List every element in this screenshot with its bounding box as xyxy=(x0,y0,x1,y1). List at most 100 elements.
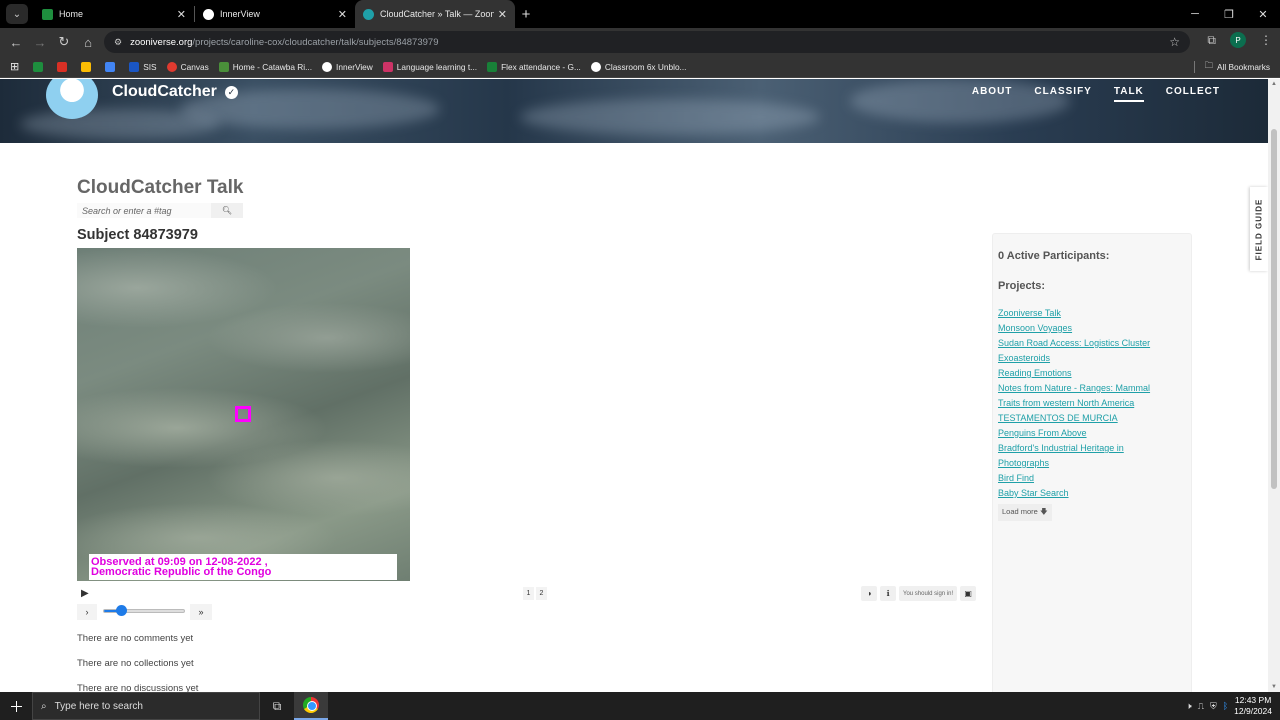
bookmark-language[interactable]: Language learning t... xyxy=(382,61,477,72)
apps-icon[interactable]: ⊞ xyxy=(10,60,19,73)
bookmark-sis[interactable]: SIS xyxy=(129,61,157,72)
close-icon[interactable]: ✕ xyxy=(338,8,347,21)
address-bar[interactable]: ⚙ zooniverse.org/projects/caroline-cox/c… xyxy=(104,31,1190,53)
url-domain: zooniverse.org xyxy=(130,36,193,48)
bookmark-gmail[interactable] xyxy=(57,61,71,72)
chrome-taskbar-icon[interactable] xyxy=(294,692,328,720)
close-icon[interactable]: ✕ xyxy=(498,8,507,21)
bookmark-innerview[interactable]: InnerView xyxy=(322,61,373,72)
profile-avatar[interactable]: P xyxy=(1230,32,1246,48)
windows-taskbar: ⌕ Type here to search ⧉ 🕨 ⎍ ⛨ ᛒ 12:43 PM… xyxy=(0,692,1280,720)
slider-handle[interactable] xyxy=(116,605,128,616)
scroll-thumb[interactable] xyxy=(1271,129,1277,489)
frame-2-button[interactable]: 2 xyxy=(536,587,547,600)
clock[interactable]: 12:43 PM 12/9/2024 xyxy=(1234,695,1272,717)
tab-strip: ⌄ Home ✕ InnerView ✕ CloudCatcher » Talk… xyxy=(0,0,1280,28)
search-icon: ⌕ xyxy=(41,700,47,712)
project-link[interactable]: Baby Star Search xyxy=(998,486,1186,501)
talk-search: 🔍︎ xyxy=(77,203,243,218)
project-link[interactable]: Traits from western North America xyxy=(998,396,1186,411)
project-link[interactable]: Bradford's Industrial Heritage in xyxy=(998,441,1186,456)
search-input[interactable] xyxy=(77,203,211,218)
play-icon[interactable]: ▶ xyxy=(81,588,89,599)
image-icon[interactable]: ▣ xyxy=(960,586,977,601)
no-comments: There are no comments yet xyxy=(77,633,194,644)
bookmark-star-icon[interactable]: ☆ xyxy=(1169,35,1180,49)
last-frame-icon[interactable]: » xyxy=(190,604,212,620)
bookmark-canvas[interactable]: Canvas xyxy=(166,61,209,72)
talk-title: CloudCatcher Talk xyxy=(77,177,244,198)
zooniverse-icon xyxy=(363,8,374,20)
tab-innerview[interactable]: InnerView ✕ xyxy=(195,0,355,28)
frame-controls: › » xyxy=(77,604,212,620)
task-view-icon[interactable]: ⧉ xyxy=(260,692,294,720)
invert-icon[interactable]: ◑ xyxy=(861,586,877,601)
nav-about[interactable]: ABOUT xyxy=(972,86,1013,102)
forward-icon[interactable]: → xyxy=(28,35,52,50)
restore-icon[interactable]: ❐ xyxy=(1212,0,1246,28)
reload-icon[interactable]: ↻ xyxy=(52,34,76,50)
network-icon[interactable]: ⎍ xyxy=(1198,701,1204,712)
bookmark-flex-attendance[interactable]: Flex attendance - G... xyxy=(487,61,581,72)
tab-home[interactable]: Home ✕ xyxy=(34,0,194,28)
project-link[interactable]: Zooniverse Talk xyxy=(998,306,1186,321)
project-link[interactable]: Notes from Nature - Ranges: Mammal xyxy=(998,381,1186,396)
minimize-icon[interactable]: ─ xyxy=(1178,0,1212,28)
close-window-icon[interactable]: ✕ xyxy=(1246,0,1280,28)
close-icon[interactable]: ✕ xyxy=(177,8,186,21)
taskbar-search[interactable]: ⌕ Type here to search xyxy=(32,692,260,720)
back-icon[interactable]: ← xyxy=(4,35,28,50)
scroll-down-icon[interactable]: ▼ xyxy=(1271,684,1277,690)
image-tools: ◑ ℹ You should sign in! ▣ xyxy=(861,586,977,601)
project-link[interactable]: Monsoon Voyages xyxy=(998,321,1186,336)
bookmarks-bar: ⊞ SIS Canvas Home - Catawba Ri... InnerV… xyxy=(0,56,1280,78)
project-link[interactable]: Exoasteroids xyxy=(998,351,1186,366)
scroll-up-icon[interactable]: ▲ xyxy=(1271,81,1277,87)
bookmark-classroom[interactable]: Classroom 6x Unblo... xyxy=(590,61,686,72)
project-list: Zooniverse Talk Monsoon Voyages Sudan Road… xyxy=(998,306,1186,501)
field-guide-tab[interactable]: FIELD GUIDE xyxy=(1250,187,1268,271)
project-link[interactable]: Bird Find xyxy=(998,471,1186,486)
bookmark-app[interactable] xyxy=(105,61,119,72)
tab-title: InnerView xyxy=(220,9,260,19)
bookmark-catawba[interactable]: Home - Catawba Ri... xyxy=(218,61,312,72)
nav-talk[interactable]: TALK xyxy=(1113,86,1144,102)
site-info-icon[interactable]: ⚙ xyxy=(114,37,122,48)
sign-in-prompt[interactable]: You should sign in! xyxy=(899,586,958,601)
next-frame-icon[interactable]: › xyxy=(77,604,97,620)
load-more-button[interactable]: Load more 🡇 xyxy=(998,504,1052,521)
subject-image[interactable]: Observed at 09:09 on 12-08-2022 , Democr… xyxy=(77,248,410,581)
menu-icon[interactable]: ⋮ xyxy=(1260,33,1272,47)
projects-heading: Projects: xyxy=(998,280,1046,292)
page-scrollbar[interactable]: ▲ ▼ xyxy=(1268,79,1280,692)
extensions-icon[interactable]: ⧉ xyxy=(1207,33,1216,48)
security-icon[interactable]: ⛨ xyxy=(1210,701,1217,712)
all-bookmarks[interactable]: 🗀 All Bookmarks xyxy=(1193,60,1270,74)
active-participants: 0 Active Participants: xyxy=(998,250,1110,262)
home-icon[interactable]: ⌂ xyxy=(76,35,100,50)
sheets-icon xyxy=(42,8,53,20)
project-link[interactable]: TESTAMENTOS DE MURCIA xyxy=(998,411,1186,426)
search-button[interactable]: 🔍︎ xyxy=(211,203,243,218)
windows-start-icon[interactable] xyxy=(0,700,32,712)
tab-search-icon[interactable]: ⌄ xyxy=(6,4,28,24)
tab-cloudcatcher[interactable]: CloudCatcher » Talk — Zooniver ✕ xyxy=(355,0,515,28)
volume-icon[interactable]: 🕨 xyxy=(1186,701,1192,712)
nav-collect[interactable]: COLLECT xyxy=(1166,86,1220,102)
project-link[interactable]: Sudan Road Access: Logistics Cluster xyxy=(998,336,1186,351)
project-nav: ABOUT CLASSIFY TALK COLLECT xyxy=(972,86,1220,102)
bluetooth-icon[interactable]: ᛒ xyxy=(1223,701,1228,711)
project-link[interactable]: Reading Emotions xyxy=(998,366,1186,381)
project-link[interactable]: Penguins From Above xyxy=(998,426,1186,441)
browser-toolbar: ← → ↻ ⌂ ⚙ zooniverse.org/projects/caroli… xyxy=(0,28,1280,56)
project-link[interactable]: Photographs xyxy=(998,456,1186,471)
bookmark-sheets[interactable] xyxy=(33,61,47,72)
new-tab-icon[interactable]: + xyxy=(515,0,537,28)
info-icon[interactable]: ℹ xyxy=(880,586,896,601)
project-title[interactable]: CloudCatcher ✓ xyxy=(112,83,238,101)
folder-icon: 🗀 xyxy=(1204,60,1213,70)
frame-1-button[interactable]: 1 xyxy=(523,587,534,600)
target-marker xyxy=(235,406,251,422)
bookmark-drive[interactable] xyxy=(81,61,95,72)
nav-classify[interactable]: CLASSIFY xyxy=(1034,86,1091,102)
